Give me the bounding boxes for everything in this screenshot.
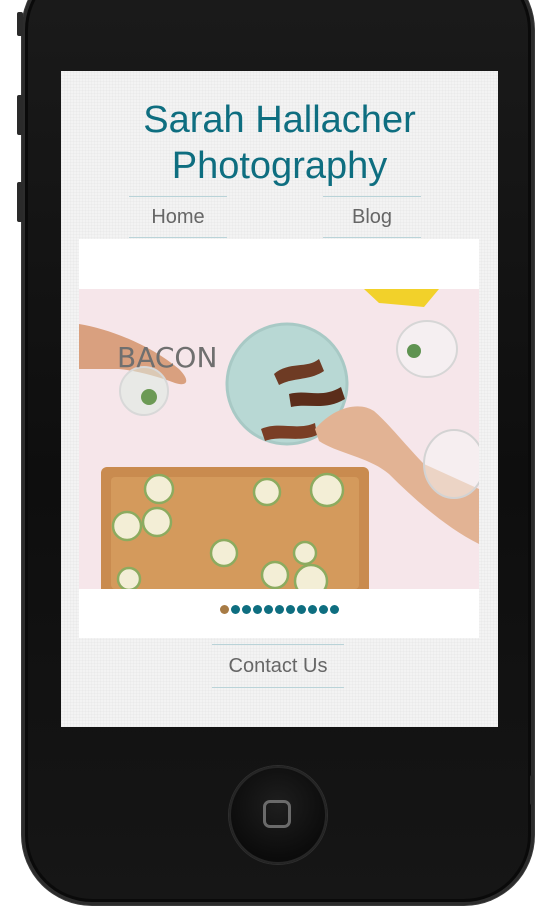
slider-pagination <box>79 605 479 614</box>
slider-dot-11[interactable] <box>329 605 339 614</box>
slider-dot-8[interactable] <box>296 605 306 614</box>
image-slider[interactable]: BACON <box>79 239 479 638</box>
slider-dot-3[interactable] <box>241 605 251 614</box>
food-photo-illustration <box>79 289 479 589</box>
nav-blog-link[interactable]: Blog <box>323 196 421 238</box>
home-square-icon <box>263 800 291 828</box>
slider-dot-9[interactable] <box>307 605 317 614</box>
site-title[interactable]: Sarah Hallacher Photography <box>61 97 498 189</box>
slider-dot-5[interactable] <box>263 605 273 614</box>
slider-dot-2[interactable] <box>230 605 240 614</box>
home-button[interactable] <box>229 766 327 864</box>
mute-switch <box>17 12 23 36</box>
volume-up-button <box>17 95 23 135</box>
slider-dot-7[interactable] <box>285 605 295 614</box>
side-edge <box>530 775 534 805</box>
slider-dot-10[interactable] <box>318 605 328 614</box>
phone-screen: Sarah Hallacher Photography Home Blog BA… <box>61 71 498 727</box>
nav-home-link[interactable]: Home <box>129 196 227 238</box>
slider-dot-6[interactable] <box>274 605 284 614</box>
volume-down-button <box>17 182 23 222</box>
slider-dot-1[interactable] <box>219 605 229 614</box>
slider-dot-4[interactable] <box>252 605 262 614</box>
slide-caption: BACON <box>117 341 218 374</box>
slide-photo[interactable]: BACON <box>79 289 479 589</box>
contact-us-link[interactable]: Contact Us <box>212 644 344 688</box>
